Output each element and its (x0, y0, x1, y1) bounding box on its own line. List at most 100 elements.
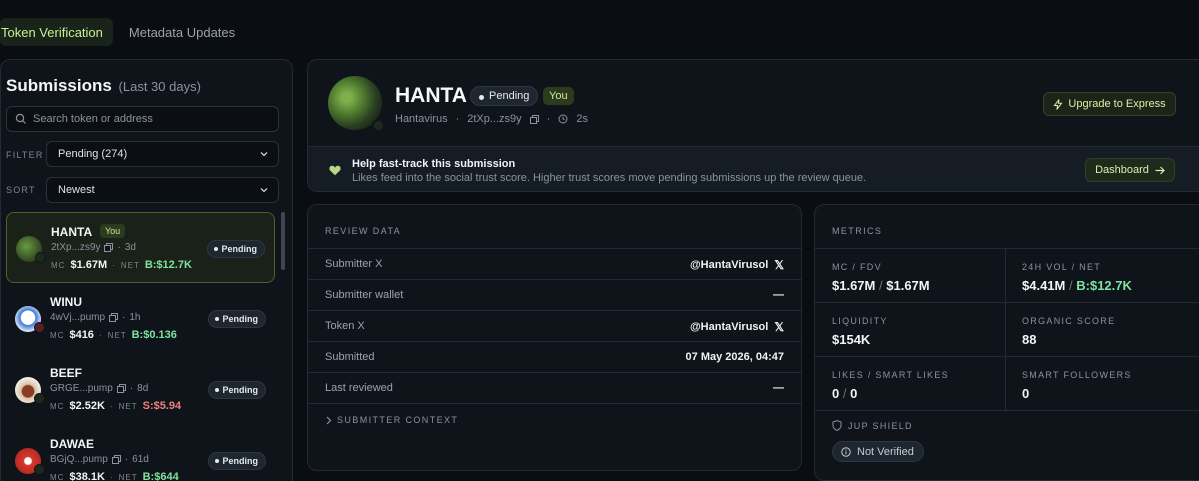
token-title: HANTA (395, 84, 467, 107)
token-market-cap: MC $2.52K · NET S:$5.94 (50, 400, 181, 412)
metric-organic-score: ORGANIC SCORE 88 (1005, 302, 1195, 356)
dot-separator: · (109, 472, 114, 481)
x-logo-icon: 𝕏 (774, 320, 784, 334)
metric-value: 0 (1022, 386, 1030, 401)
token-market-cap: MC $38.1K · NET B:$644 (50, 471, 179, 481)
lightning-icon (1053, 98, 1063, 110)
token-address: 2tXp...zs9y (467, 113, 522, 125)
review-value[interactable]: @HantaVirusol 𝕏 (690, 258, 784, 272)
dot-separator: · (546, 113, 551, 125)
copy-icon[interactable] (111, 455, 121, 464)
address-text: 2tXp...zs9y (51, 242, 101, 253)
net-value: S:$5.94 (142, 400, 182, 412)
copy-icon[interactable] (116, 384, 126, 393)
x-logo-icon: 𝕏 (774, 258, 784, 272)
net-label: NET (120, 260, 140, 270)
review-row: Submitter wallet — (308, 279, 801, 310)
status-badge: Pending (470, 86, 539, 106)
pump-badge-icon (372, 119, 385, 132)
token-name: DAWAE (50, 437, 95, 451)
tab-metadata-updates[interactable]: Metadata Updates (119, 18, 245, 46)
net-label: NET (107, 330, 127, 340)
dot-separator: · (124, 454, 129, 465)
dot-separator: · (455, 113, 460, 125)
arrow-right-icon (1155, 166, 1165, 174)
fast-track-text: Likes feed into the social trust score. … (352, 172, 867, 184)
metric-value: $4.41M / B:$12.7K (1022, 278, 1132, 293)
token-address: 2tXp...zs9y · 3d (51, 242, 136, 253)
review-row: Token X @HantaVirusol 𝕏 (308, 310, 801, 341)
list-item[interactable]: WINU 4wVj...pump · 1h MC $416 · NET B:$0… (6, 283, 275, 354)
search-box[interactable] (6, 106, 279, 132)
divider (308, 403, 801, 404)
list-item[interactable]: HANTA You 2tXp...zs9y · 3d MC $1.67M · N… (6, 212, 275, 283)
token-address: GRGE...pump · 8d (50, 383, 148, 394)
filter-select[interactable]: Pending (274) (46, 141, 279, 167)
submitter-context-toggle[interactable]: SUBMITTER CONTEXT (325, 415, 458, 425)
mc-value: $416 (69, 329, 94, 341)
net-value: B:$12.7K (144, 259, 192, 271)
net-value: B:$0.136 (131, 329, 177, 341)
mc-label: MC (50, 330, 65, 340)
metric-label: SMART FOLLOWERS (1022, 370, 1132, 380)
submitter-context-label: SUBMITTER CONTEXT (337, 415, 459, 425)
net-value: B:$12.7K (1076, 278, 1132, 293)
dot-separator: · (117, 242, 121, 253)
review-row: Last reviewed — (308, 372, 801, 403)
smart-likes-value: 0 (850, 386, 858, 401)
info-icon (841, 446, 851, 457)
mc-label: MC (50, 401, 65, 411)
list-item[interactable]: BEEF GRGE...pump · 8d MC $2.52K · NET S:… (6, 354, 275, 425)
mc-value: $2.52K (69, 400, 105, 412)
slash-separator: / (1069, 278, 1073, 293)
token-name: HANTA (51, 225, 93, 239)
mc-label: MC (51, 260, 66, 270)
review-value[interactable]: @HantaVirusol 𝕏 (690, 320, 784, 334)
token-age: 2s (576, 113, 588, 125)
you-badge: You (100, 224, 126, 238)
address-text: GRGE...pump (50, 383, 113, 394)
list-scrollbar[interactable] (281, 212, 285, 270)
review-value-text: @HantaVirusol (689, 321, 769, 333)
metrics-panel: METRICS MC / FDV $1.67M / $1.67M 24H VOL… (814, 204, 1199, 481)
clock-icon (558, 114, 568, 124)
review-label: Last reviewed (325, 382, 393, 394)
fast-track-banner: Help fast-track this submission Likes fe… (308, 146, 1199, 191)
metric-likes: LIKES / SMART LIKES 0 / 0 (815, 356, 1005, 410)
metric-value: 0 / 0 (832, 386, 857, 401)
filter-label: FILTER (6, 150, 44, 160)
status-badge: Pending (206, 240, 265, 258)
upgrade-express-button[interactable]: Upgrade to Express (1043, 92, 1176, 116)
dashboard-button[interactable]: Dashboard (1085, 158, 1175, 182)
status-badge: Pending (207, 381, 266, 399)
search-icon (15, 113, 26, 124)
net-label: NET (118, 472, 138, 481)
mc-value: $1.67M (70, 259, 108, 271)
sort-label: SORT (6, 185, 36, 195)
search-input[interactable] (33, 113, 278, 125)
slash-separator: / (879, 278, 883, 293)
address-text: BGjQ...pump (50, 454, 108, 465)
metric-label: ORGANIC SCORE (1022, 316, 1116, 326)
dot-separator: · (129, 383, 134, 394)
review-label: Submitted (325, 351, 375, 363)
token-header-panel: HANTA Pending You Hantavirus · 2tXp...zs… (307, 59, 1199, 192)
shield-icon (832, 420, 842, 431)
filter-value: Pending (274) (58, 148, 128, 160)
dot-separator: · (112, 260, 116, 270)
copy-icon[interactable] (109, 313, 119, 322)
metric-value: $1.67M / $1.67M (832, 278, 930, 293)
metric-smart-followers: SMART FOLLOWERS 0 (1005, 356, 1195, 410)
tab-token-verification[interactable]: Token Verification (0, 18, 113, 46)
list-item[interactable]: DAWAE BGjQ...pump · 61d MC $38.1K · NET … (6, 425, 275, 481)
sort-select[interactable]: Newest (46, 177, 279, 203)
review-title: REVIEW DATA (325, 226, 402, 236)
chevron-down-icon (260, 152, 268, 157)
upgrade-label: Upgrade to Express (1068, 98, 1166, 110)
chevron-right-icon (326, 416, 332, 424)
token-market-cap: MC $1.67M · NET B:$12.7K (51, 259, 192, 271)
fdv-value: $1.67M (886, 278, 930, 293)
copy-icon[interactable] (104, 243, 114, 252)
metric-liquidity: LIQUIDITY $154K (815, 302, 1005, 356)
copy-icon[interactable] (529, 114, 539, 124)
